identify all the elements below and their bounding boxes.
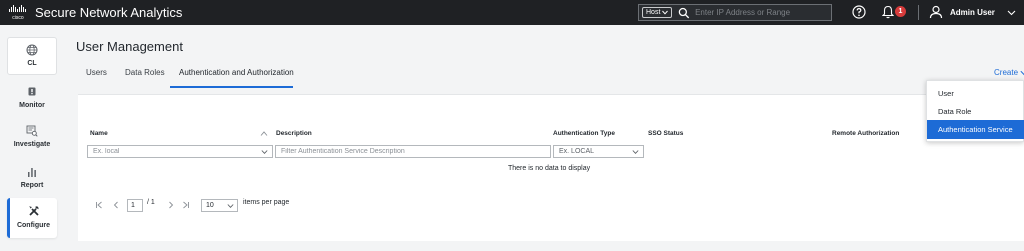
last-page-icon[interactable]	[182, 201, 190, 209]
items-per-page-value: 10	[206, 202, 214, 209]
nav-item-label: Report	[20, 182, 44, 189]
chevron-down-icon	[227, 204, 234, 208]
nav-item-investigate[interactable]: Investigate	[7, 125, 57, 148]
column-header-sso-status[interactable]: SSO Status	[648, 130, 683, 137]
nav-item-label: Configure	[16, 222, 51, 229]
menu-item-user[interactable]: User	[927, 84, 1024, 103]
nav-item-cl[interactable]: CL	[7, 37, 57, 75]
search-input[interactable]	[695, 8, 831, 17]
next-page-icon[interactable]	[167, 201, 175, 209]
user-icon[interactable]	[929, 5, 943, 19]
chevron-down-icon	[662, 10, 669, 15]
app-title: Secure Network Analytics	[35, 5, 183, 20]
chevron-down-icon[interactable]	[261, 149, 268, 155]
tab-authentication-and-authorization[interactable]: Authentication and Authorization	[170, 68, 294, 88]
help-icon[interactable]	[852, 5, 866, 19]
cisco-logo-text: cisco	[12, 15, 24, 20]
nav-item-report[interactable]: Report	[7, 166, 57, 189]
create-menu: User Data Role Authentication Service	[926, 80, 1024, 142]
create-label: Create	[994, 68, 1019, 77]
monitor-icon	[28, 87, 36, 96]
name-filter[interactable]	[87, 145, 273, 158]
globe-icon	[26, 44, 38, 56]
description-filter-input[interactable]	[281, 148, 550, 155]
create-button[interactable]: Create	[994, 68, 1024, 77]
menu-item-data-role[interactable]: Data Role	[927, 102, 1024, 121]
top-bar: cisco Secure Network Analytics Host 1 Ad…	[0, 0, 1024, 25]
bar-chart-icon	[28, 168, 36, 177]
name-filter-input[interactable]	[93, 148, 272, 155]
global-search: Host	[638, 4, 832, 21]
items-per-page-label: items per page	[243, 199, 290, 206]
nav-item-label: CL	[27, 60, 37, 67]
tab-users[interactable]: Users	[86, 68, 107, 88]
column-header-authentication-type[interactable]: Authentication Type	[553, 130, 615, 137]
column-header-remote-authorization[interactable]: Remote Authorization	[832, 130, 899, 137]
search-scope-label: Host	[646, 9, 661, 16]
nav-item-monitor[interactable]: Monitor	[7, 86, 57, 109]
authentication-type-filter-value: Ex. LOCAL	[559, 148, 595, 155]
search-scope-select[interactable]: Host	[642, 7, 673, 18]
chevron-down-icon	[1020, 70, 1024, 75]
cisco-logo-icon: cisco	[9, 5, 26, 20]
page-number-input[interactable]: 1	[127, 199, 143, 212]
page-title: User Management	[76, 39, 183, 54]
search-icon[interactable]	[678, 7, 690, 19]
items-per-page-select[interactable]: 10	[201, 199, 238, 212]
chevron-down-icon[interactable]	[632, 149, 639, 155]
description-filter[interactable]	[275, 145, 551, 158]
total-pages: / 1	[147, 199, 155, 206]
authentication-type-filter[interactable]: Ex. LOCAL	[553, 145, 644, 158]
investigate-icon	[26, 125, 38, 137]
user-name[interactable]: Admin User	[950, 8, 995, 17]
nav-item-label: Investigate	[13, 141, 51, 148]
empty-table-message: There is no data to display	[508, 165, 591, 172]
nav-item-label: Monitor	[19, 102, 45, 109]
menu-item-authentication-service[interactable]: Authentication Service	[927, 120, 1024, 139]
bell-icon[interactable]	[882, 5, 894, 19]
tools-icon	[28, 206, 39, 216]
chevron-down-icon[interactable]	[1007, 8, 1016, 17]
left-nav: CL Monitor Investigate Report Configure	[0, 25, 64, 251]
header-divider	[918, 5, 919, 20]
previous-page-icon[interactable]	[112, 201, 120, 209]
first-page-icon[interactable]	[95, 201, 103, 209]
sort-ascending-icon[interactable]	[260, 130, 268, 137]
column-header-description[interactable]: Description	[276, 130, 312, 137]
nav-item-configure[interactable]: Configure	[7, 198, 57, 238]
tab-data-roles[interactable]: Data Roles	[125, 68, 165, 88]
notification-badge: 1	[895, 6, 906, 17]
column-header-name[interactable]: Name	[90, 130, 108, 137]
